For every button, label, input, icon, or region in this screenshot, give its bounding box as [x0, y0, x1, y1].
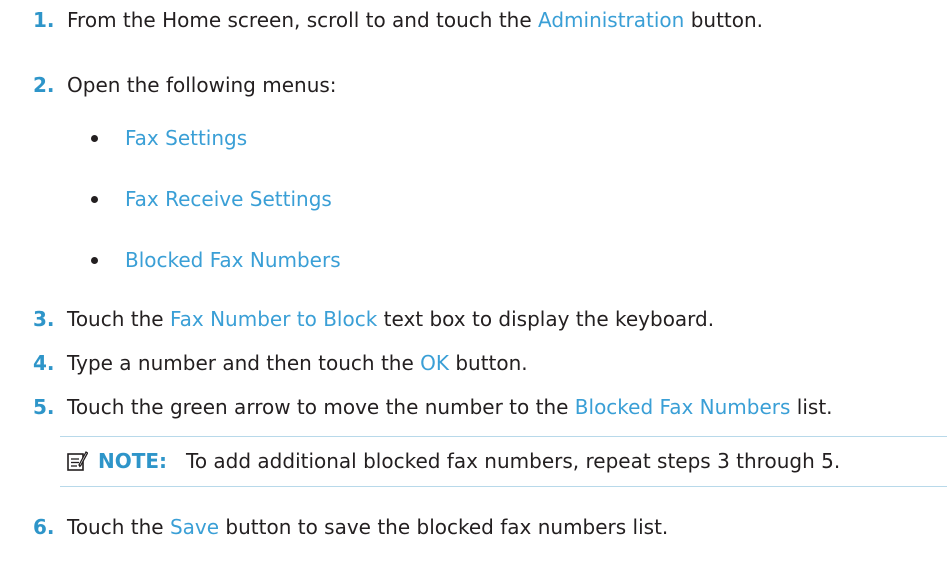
bullet-icon [91, 257, 98, 264]
bullet-icon [91, 135, 98, 142]
fax-receive-settings-link[interactable]: Fax Receive Settings [125, 187, 332, 211]
step-text-part: button to save the blocked fax numbers l… [219, 515, 669, 539]
step-text: Touch the green arrow to move the number… [67, 395, 833, 419]
step-text-part: Touch the [67, 515, 170, 539]
step-number: 3. [33, 307, 55, 331]
step-number: 2. [33, 73, 55, 97]
step-text-part: text box to display the keyboard. [377, 307, 715, 331]
step-text: Open the following menus: [67, 73, 337, 97]
step-text-part: Touch the green arrow to move the number… [67, 395, 575, 419]
step-number: 5. [33, 395, 55, 419]
note-label: NOTE: [98, 449, 168, 473]
step-number: 6. [33, 515, 55, 539]
step-text: Type a number and then touch the OK butt… [67, 351, 528, 375]
step-text-part: From the Home screen, scroll to and touc… [67, 8, 538, 32]
administration-link[interactable]: Administration [538, 8, 684, 32]
step-text: From the Home screen, scroll to and touc… [67, 8, 763, 32]
step-text-part: button. [448, 351, 528, 375]
step-text-part: Touch the [67, 307, 170, 331]
fax-settings-link[interactable]: Fax Settings [125, 126, 247, 150]
step-number: 4. [33, 351, 55, 375]
step-text-part: Type a number and then touch the [67, 351, 421, 375]
step-text-part: list. [790, 395, 833, 419]
step-text-part: button. [684, 8, 764, 32]
step-number: 1. [33, 8, 55, 32]
note-box: NOTE: To add additional blocked fax numb… [60, 436, 947, 487]
bullet-icon [91, 196, 98, 203]
note-icon [67, 451, 88, 471]
step-text: Touch the Save button to save the blocke… [67, 515, 668, 539]
blocked-fax-numbers-link[interactable]: Blocked Fax Numbers [125, 248, 341, 272]
fax-number-to-block-link[interactable]: Fax Number to Block [170, 307, 377, 331]
ok-link[interactable]: OK [420, 351, 449, 375]
blocked-fax-numbers-inline-link[interactable]: Blocked Fax Numbers [575, 395, 791, 419]
save-link[interactable]: Save [170, 515, 219, 539]
note-text: To add additional blocked fax numbers, r… [186, 449, 841, 473]
step-text: Touch the Fax Number to Block text box t… [67, 307, 714, 331]
